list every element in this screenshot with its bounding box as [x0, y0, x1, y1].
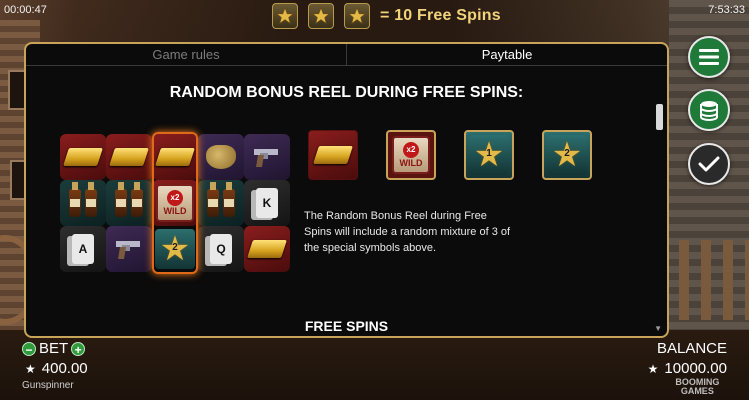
- whiskey-bottle-symbol: [106, 180, 152, 226]
- bet-area: − BET + ★ 400.00 Gunspinner: [22, 340, 88, 391]
- balance-value: 10000.00: [664, 360, 727, 377]
- gold-bar-symbol: [106, 134, 152, 180]
- free-spins-heading: FREE SPINS: [304, 318, 389, 334]
- scrollbar-thumb[interactable]: [656, 104, 663, 130]
- bet-value: 400.00: [41, 360, 88, 377]
- gold-bar-symbol: [60, 134, 106, 180]
- session-timer: 00:00:47: [4, 4, 47, 16]
- card-k-symbol: K: [244, 180, 290, 226]
- balance-label: BALANCE: [656, 340, 727, 357]
- special-wild-x2-symbol: x2 WILD: [386, 130, 436, 180]
- revolver-symbol: [244, 134, 290, 180]
- sheriff-star-icon: [344, 3, 370, 29]
- sheriff-star-icon: [272, 3, 298, 29]
- gold-bar-symbol: [152, 134, 198, 180]
- bonus-reel-description: The Random Bonus Reel during Free Spins …: [304, 210, 511, 254]
- tab-paytable[interactable]: Paytable: [347, 44, 667, 65]
- bet-settings-button[interactable]: [688, 89, 730, 131]
- menu-icon: [699, 49, 719, 65]
- balance-area: BALANCE ★ 10000.00 BOOMING GAMES: [648, 340, 727, 396]
- money-bag-icon: [206, 145, 236, 169]
- special-scatter-1-symbol: ★ 1: [464, 130, 514, 180]
- revolver-symbol: [106, 226, 152, 272]
- bet-increase-button[interactable]: +: [71, 341, 86, 357]
- booming-games-logo: BOOMING GAMES: [675, 377, 720, 396]
- tab-game-rules[interactable]: Game rules: [26, 44, 347, 65]
- whiskey-bottle-symbol: [198, 180, 244, 226]
- game-name: Gunspinner: [22, 380, 74, 391]
- card-q-symbol: Q: [198, 226, 244, 272]
- system-clock: 7:53:33: [708, 4, 745, 16]
- star-icon: ★: [25, 361, 36, 376]
- example-reel-grid: x2 WILD K A ★ 2 Q: [60, 132, 290, 274]
- gold-bar-symbol: [244, 226, 290, 272]
- close-paytable-button[interactable]: [688, 143, 730, 185]
- free-spins-banner: = 10 Free Spins: [272, 3, 501, 29]
- revolver-icon: [116, 241, 140, 259]
- special-symbols-row: x2 WILD ★ 1 ★ 2: [308, 130, 592, 180]
- money-bag-symbol: [198, 134, 244, 180]
- star-icon: ★: [647, 361, 659, 376]
- bet-decrease-button[interactable]: −: [22, 341, 36, 357]
- card-a-symbol: A: [60, 226, 106, 272]
- top-bar: 00:00:47 = 10 Free Spins 7:53:33: [0, 0, 749, 30]
- special-gold-bar-symbol: [308, 130, 358, 180]
- bet-label: BET: [39, 340, 69, 357]
- special-scatter-2-symbol: ★ 2: [542, 130, 592, 180]
- revolver-icon: [254, 149, 278, 167]
- background-fence: [679, 240, 749, 320]
- menu-button[interactable]: [688, 36, 730, 78]
- check-icon: [698, 156, 720, 172]
- whiskey-bottle-symbol: [60, 180, 106, 226]
- wild-symbol: x2 WILD: [152, 180, 198, 226]
- free-spins-text: = 10 Free Spins: [380, 7, 501, 24]
- sheriff-star-icon: [308, 3, 334, 29]
- section-title: RANDOM BONUS REEL DURING FREE SPINS:: [169, 84, 524, 101]
- coins-icon: [700, 101, 718, 121]
- paytable-panel: Game rules Paytable ▼ RANDOM BONUS REEL …: [24, 42, 669, 338]
- tab-bar: Game rules Paytable: [26, 44, 667, 66]
- ground: [0, 330, 749, 400]
- scatter-symbol: ★ 2: [152, 226, 198, 272]
